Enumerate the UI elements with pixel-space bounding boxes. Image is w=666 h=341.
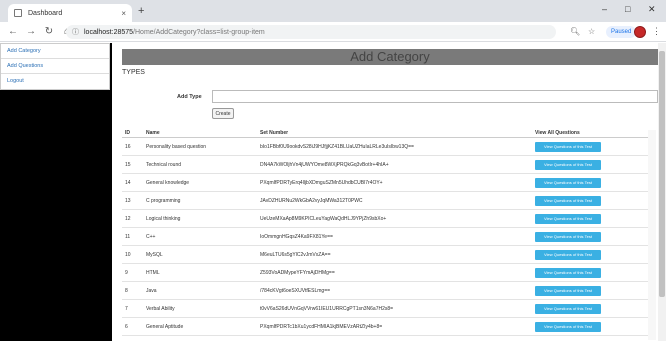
tab-close-icon[interactable]: × (121, 9, 126, 18)
bookmark-star-icon[interactable]: ☆ (588, 27, 595, 36)
cell-set-number: M6euLTU6s5gYlC2vJmVxZA== (260, 252, 331, 258)
maximize-button[interactable]: □ (625, 4, 630, 14)
view-questions-button[interactable]: View Questions of this Test (535, 232, 601, 242)
cell-id: 14 (125, 180, 131, 186)
header-set-number: Set Number (260, 130, 289, 136)
cell-name: C programming (146, 198, 181, 204)
cell-name: HTML (146, 270, 160, 276)
cell-name: General Aptitude (146, 324, 184, 330)
cell-set-number: bIo1FBbf0U9ookdvS28iJ9HJfjjKZ41BLUaUZHuI… (260, 144, 414, 150)
browser-menu-icon[interactable]: ⋮ (652, 26, 661, 37)
cell-set-number: IoOmmgnHGqsZ4Ka9FX81Ye== (260, 234, 333, 240)
cell-set-number: PXqmIfPDRTyErq4lljbXDmguSZMn5UhdbCUBl7r4… (260, 180, 383, 186)
cell-id: 7 (125, 306, 128, 312)
view-questions-button[interactable]: View Questions of this Test (535, 160, 601, 170)
cell-name: Verbal Ability (146, 306, 175, 312)
profile-paused-button[interactable]: Paused (606, 26, 637, 38)
sidebar-item-add-questions[interactable]: Add Questions (1, 59, 109, 74)
cell-id: 12 (125, 216, 131, 222)
table-row: 10 MySQL M6euLTU6s5gYlC2vJmVxZA== View Ques… (122, 246, 654, 264)
table-row: 6 General Aptitude PXqmIfPDRTc1bXu1ycdFHMI… (122, 318, 654, 336)
table-row: 12 Logical thinking UeUzeMXaAp8M9KPICLeuYa… (122, 210, 654, 228)
new-tab-button[interactable]: + (138, 5, 144, 17)
table-header-row: ID Name Set Number View All Questions (122, 128, 654, 138)
tab-title: Dashboard (28, 9, 63, 17)
table-row: 7 Verbal Ability t0vV6aS26dUVnGqVVrw61IEU1… (122, 300, 654, 318)
address-bar[interactable]: ⓘ localhost:28575 /Home/AddCategory?clas… (66, 25, 556, 39)
cell-name: MySQL (146, 252, 163, 258)
categories-table: ID Name Set Number View All Questions 16… (122, 128, 654, 336)
table-row: 9 HTML Z593VoADMypeYFYmAjDHMg== View Questi… (122, 264, 654, 282)
cell-set-number: Z593VoADMypeYFYmAjDHMg== (260, 270, 335, 276)
cell-id: 6 (125, 324, 128, 330)
close-window-button[interactable]: ✕ (648, 4, 656, 15)
cell-name: Java (146, 288, 157, 294)
zoom-search-icon[interactable]: 🔍︎ (570, 27, 580, 36)
browser-tab-strip: Dashboard × + – □ ✕ (0, 0, 666, 22)
sidebar-menu: Add Category Add Questions Logout (0, 43, 110, 90)
cell-id: 16 (125, 144, 131, 150)
browser-tab[interactable]: Dashboard × (8, 4, 132, 22)
table-row: 15 Technical round DN4A7kWOljhVn4jUWYOme8W… (122, 156, 654, 174)
minimize-button[interactable]: – (602, 4, 607, 14)
header-view-all: View All Questions (535, 130, 580, 136)
table-row: 8 Java/784cKVgt6oeSXUVtfESLmg== View Quest… (122, 282, 654, 300)
page-content: Add Category Add Questions Logout Add Ca… (0, 43, 658, 341)
view-questions-button[interactable]: View Questions of this Test (535, 250, 601, 260)
page-scrollbar-thumb[interactable] (659, 51, 665, 297)
cell-id: 9 (125, 270, 128, 276)
view-questions-button[interactable]: View Questions of this Test (535, 214, 601, 224)
page-header-bar: Add Category (122, 49, 658, 65)
profile-avatar-icon[interactable] (634, 26, 646, 38)
cell-id: 15 (125, 162, 131, 168)
cell-id: 8 (125, 288, 128, 294)
address-host: localhost:28575 (84, 28, 134, 36)
create-button[interactable]: Create (212, 108, 234, 119)
view-questions-button[interactable]: View Questions of this Test (535, 286, 601, 296)
table-scrollbar[interactable] (648, 130, 656, 340)
cell-id: 13 (125, 198, 131, 204)
cell-id: 10 (125, 252, 131, 258)
sidebar-item-logout[interactable]: Logout (1, 74, 109, 89)
cell-name: Personality based question (146, 144, 207, 150)
cell-set-number: JAvDZHURNu2WkGbA2vyJqMWa312T0PWC (260, 198, 363, 204)
view-questions-button[interactable]: View Questions of this Test (535, 322, 601, 332)
sidebar: Add Category Add Questions Logout (0, 43, 112, 341)
header-id: ID (125, 130, 130, 136)
cell-set-number: DN4A7kWOljhVn4jUWYOme8WXjPRQkGq3vBotIr+4… (260, 162, 389, 168)
cell-set-number: UeUzeMXaAp8M9KPICLeuYagWaQdHLJ9YPjZh9sbX… (260, 216, 387, 222)
page-favicon-icon (14, 9, 22, 17)
types-heading: TYPES (122, 69, 145, 76)
cell-set-number: /784cKVgt6oeSXUVtfESLmg== (260, 288, 331, 294)
table-row: 16 Personality based question bIo1FBbf0U9o… (122, 138, 654, 156)
cell-set-number: PXqmIfPDRTc1bXu1ycdFHMIA1kjBMEVzARtZIy4b… (260, 324, 383, 330)
reload-icon[interactable]: ↻ (44, 26, 54, 37)
cell-set-number: t0vV6aS26dUVnGqVVrw61IEU1URRCgPT1sn3N6a7… (260, 306, 394, 312)
page-scrollbar[interactable] (658, 43, 666, 341)
address-path: /Home/AddCategory?class=list-group-item (133, 28, 265, 36)
cell-name: C++ (146, 234, 156, 240)
view-questions-button[interactable]: View Questions of this Test (535, 196, 601, 206)
cell-name: Technical round (146, 162, 182, 168)
add-type-input[interactable] (212, 90, 658, 103)
forward-arrow-icon[interactable]: → (26, 26, 36, 37)
view-questions-button[interactable]: View Questions of this Test (535, 304, 601, 314)
header-name: Name (146, 130, 160, 136)
browser-toolbar: ← → ↻ ⌂ ⓘ localhost:28575 /Home/AddCateg… (0, 22, 666, 42)
table-row: 11 C++ IoOmmgnHGqsZ4Ka9FX81Ye== View Questi… (122, 228, 654, 246)
table-row: 14 General knowledge PXqmIfPDRTyErq4lljbXD… (122, 174, 654, 192)
sidebar-item-add-category[interactable]: Add Category (1, 44, 109, 59)
main-panel: Add Category TYPES Add Type Create ID Na… (118, 43, 658, 341)
cell-name: Logical thinking (146, 216, 181, 222)
table-row: 13 C programming JAvDZHURNu2WkGbA2vyJqMWa3… (122, 192, 654, 210)
cell-id: 11 (125, 234, 131, 240)
add-type-label: Add Type (177, 94, 202, 100)
site-info-icon[interactable]: ⓘ (72, 27, 79, 37)
back-arrow-icon[interactable]: ← (8, 26, 18, 37)
page-title: Add Category (350, 49, 430, 64)
view-questions-button[interactable]: View Questions of this Test (535, 142, 601, 152)
view-questions-button[interactable]: View Questions of this Test (535, 178, 601, 188)
cell-name: General knowledge (146, 180, 190, 186)
view-questions-button[interactable]: View Questions of this Test (535, 268, 601, 278)
